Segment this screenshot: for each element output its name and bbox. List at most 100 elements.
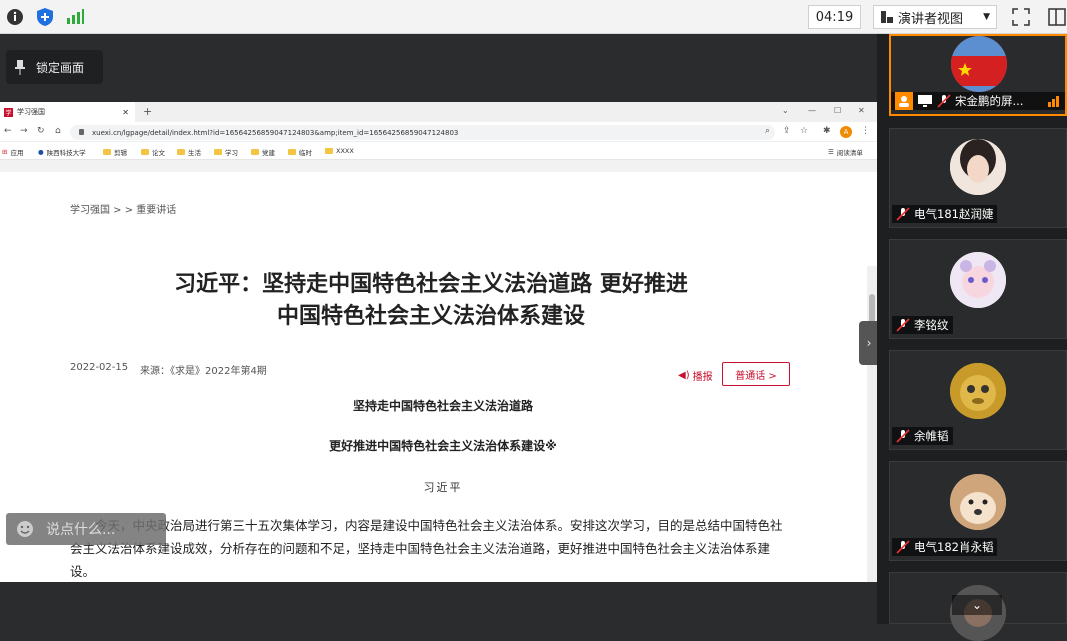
presenter-view-dropdown[interactable]: 演讲者视图 ▼	[873, 5, 997, 29]
bookmark-item[interactable]: 党建	[251, 147, 275, 157]
broadcast-button[interactable]: ◀) 播报	[678, 368, 713, 383]
extensions-icon[interactable]: ✱	[823, 126, 831, 136]
side-panel-icon[interactable]	[1046, 6, 1067, 28]
shared-browser-window: 学 学习强国 ✕ + ⌄ — ☐ ✕ ← → ↻ ⌂ xuexi.cn/lgpa…	[0, 102, 877, 582]
participant-name: 宋金鹏的屏...	[955, 94, 1024, 108]
pin-icon	[15, 60, 25, 75]
participant-name: 余帷韬	[914, 429, 949, 443]
participant-name: 电气181赵润婕	[914, 207, 994, 221]
browser-tab-title: 学习强国	[17, 108, 45, 116]
mic-off-icon	[896, 429, 910, 443]
article-author: 习近平	[423, 481, 463, 494]
mic-off-icon	[896, 318, 910, 332]
mic-off-icon	[937, 94, 951, 108]
bookmark-item[interactable]: ● 陕西科技大学	[38, 147, 86, 157]
participant-tile[interactable]: ⌄	[889, 572, 1067, 641]
participant-namebar: 电气182肖永韬	[892, 538, 998, 556]
mic-off-icon	[896, 207, 910, 221]
participant-namebar: 李铭纹	[892, 316, 953, 334]
bookmark-item[interactable]: 生活	[177, 147, 201, 157]
participant-namebar: 宋金鹏的屏...	[891, 92, 1065, 110]
collapse-sidebar-button[interactable]: ›	[859, 321, 879, 365]
avatar	[950, 252, 1006, 308]
back-icon[interactable]: ←	[4, 126, 12, 136]
close-window-icon[interactable]: ✕	[858, 106, 865, 115]
xuexi-favicon: 学	[4, 107, 13, 117]
page-top-strip	[0, 160, 877, 172]
bookmark-item[interactable]: 论文	[141, 147, 165, 157]
broadcast-label: 播报	[692, 372, 713, 383]
person-icon	[895, 92, 913, 110]
article-subtitle1: 坚持走中国特色社会主义法治道路	[352, 399, 533, 413]
signal-strength-icon[interactable]	[64, 6, 86, 28]
chevron-right-icon: ›	[866, 336, 872, 350]
menu-icon[interactable]: ⋮	[861, 126, 870, 136]
bookmark-item[interactable]: XXXX	[325, 147, 354, 155]
new-tab-icon[interactable]: +	[143, 105, 152, 118]
mandarin-select-button[interactable]: 普通话 >	[722, 362, 790, 386]
article-title-line1: 习近平：坚持走中国特色社会主义法治道路 更好推进	[174, 272, 688, 297]
maximize-icon[interactable]: ☐	[834, 106, 841, 115]
scroll-down-button[interactable]: ⌄	[952, 595, 1002, 615]
participant-tile[interactable]: 余帷韬	[889, 350, 1067, 450]
speaker-icon: ◀)	[678, 370, 690, 381]
participant-name: 电气182肖永韬	[914, 540, 994, 554]
zoom-icon[interactable]: ⌕	[765, 126, 770, 136]
mic-off-icon	[896, 540, 910, 554]
avatar	[950, 363, 1006, 419]
bookmark-item[interactable]: 临时	[288, 147, 312, 157]
lock-icon	[79, 129, 84, 135]
bookmark-item[interactable]: ⊞ 应用	[2, 147, 23, 157]
star-icon[interactable]: ☆	[800, 126, 808, 136]
signal-strength-icon	[1048, 96, 1059, 107]
fullscreen-icon[interactable]	[1010, 6, 1032, 28]
reload-icon[interactable]: ↻	[37, 126, 45, 136]
minimize-icon[interactable]: —	[808, 106, 816, 115]
meeting-timer: 04:19	[808, 5, 861, 29]
close-tab-icon[interactable]: ✕	[122, 108, 129, 117]
address-bar[interactable]: xuexi.cn/lgpage/detail/index.html?id=165…	[70, 125, 775, 140]
layout-icon	[881, 11, 893, 23]
profile-avatar[interactable]: A	[840, 126, 852, 138]
participant-tile[interactable]: 电气182肖永韬	[889, 461, 1067, 561]
avatar	[950, 139, 1006, 195]
browser-tab-strip: 学 学习强国 ✕ + ⌄ — ☐ ✕	[0, 102, 877, 122]
lock-screen-button[interactable]: 锁定画面	[6, 50, 103, 84]
article-title-line2: 中国特色社会主义法治体系建设	[276, 304, 585, 329]
chevron-down-icon[interactable]: ⌄	[782, 106, 789, 115]
participant-tile[interactable]: 电气181赵润婕	[889, 128, 1067, 228]
bookmark-item[interactable]: 剪辑	[103, 147, 127, 157]
forward-icon[interactable]: →	[20, 126, 28, 136]
participant-sidebar: 宋金鹏的屏... 电气181赵润婕 李铭纹 余帷韬 电气182肖永韬 ⌄	[877, 34, 1067, 641]
emoji-icon[interactable]	[16, 520, 34, 538]
chevron-down-icon: ▼	[983, 12, 990, 22]
bookmarks-bar: ⊞ 应用 ● 陕西科技大学 剪辑 论文 生活 学习 党建 临时 XXXX ☰ 阅读清单	[0, 142, 877, 160]
article-date: 2022-02-15	[70, 362, 129, 373]
reading-list-button[interactable]: ☰ 阅读清单	[828, 147, 863, 157]
avatar	[951, 36, 1007, 92]
browser-address-row: ← → ↻ ⌂ xuexi.cn/lgpage/detail/index.htm…	[0, 122, 877, 142]
breadcrumb[interactable]: 学习强国 > > 重要讲话	[70, 201, 176, 216]
share-icon[interactable]: ⇪	[783, 126, 791, 136]
avatar	[950, 474, 1006, 530]
participant-name: 李铭纹	[914, 318, 949, 332]
article-subtitle2: 更好推进中国特色社会主义法治体系建设※	[329, 439, 557, 453]
participant-namebar: 余帷韬	[892, 427, 953, 445]
article-source: 来源：《求是》2022年第4期	[140, 366, 267, 377]
info-icon[interactable]	[4, 6, 26, 28]
page-scrollbar[interactable]	[867, 266, 877, 582]
chevron-down-icon: ⌄	[971, 598, 983, 612]
top-toolbar: 04:19 演讲者视图 ▼	[0, 0, 1067, 34]
participant-namebar: 电气181赵润婕	[892, 205, 998, 223]
participant-tile[interactable]: 宋金鹏的屏...	[889, 34, 1067, 116]
screen-share-icon	[918, 95, 932, 107]
participant-tile[interactable]: 李铭纹	[889, 239, 1067, 339]
address-bar-text: xuexi.cn/lgpage/detail/index.html?id=165…	[92, 128, 459, 137]
bookmark-item[interactable]: 学习	[214, 147, 238, 157]
browser-tab[interactable]: 学 学习强国 ✕	[0, 102, 135, 122]
chat-input[interactable]: 说点什么...	[6, 513, 166, 545]
shield-icon[interactable]	[34, 6, 56, 28]
chat-placeholder: 说点什么...	[46, 522, 116, 538]
home-icon[interactable]: ⌂	[55, 126, 61, 136]
lock-screen-label: 锁定画面	[36, 60, 85, 75]
